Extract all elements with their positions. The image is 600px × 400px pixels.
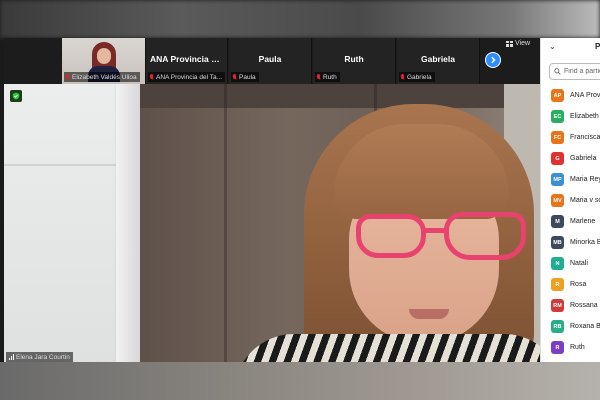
muted-mic-icon: [232, 73, 237, 81]
participant-list: AP ANA Provi EC Elizabeth FC Francisca G Gabrie…: [551, 85, 600, 362]
muted-mic-icon: [65, 73, 70, 81]
avatar: R: [551, 278, 564, 291]
thumbnail-label: Paula: [231, 72, 259, 82]
thumbnail-name: Ruth: [344, 54, 364, 64]
thumbnail-label: ANA Provincia del Ta...: [148, 72, 225, 82]
participant-row[interactable]: N Natali: [551, 253, 600, 274]
thumbnail-name: Gabriela: [420, 54, 456, 64]
avatar: RM: [551, 299, 564, 312]
zoom-window: Elizabeth Valdés Ulloa ANA Provincia d..…: [0, 0, 600, 400]
participant-row[interactable]: M Marlene: [551, 211, 600, 232]
participant-row[interactable]: RB Roxana Be: [551, 316, 600, 337]
chevron-right-icon: [491, 56, 496, 64]
participant-row[interactable]: MB Minorka B: [551, 232, 600, 253]
avatar: MB: [551, 236, 564, 249]
audio-level-icon: [9, 354, 14, 360]
search-input[interactable]: [564, 68, 600, 75]
muted-mic-icon: [316, 73, 321, 81]
participant-name: Francisca: [570, 134, 600, 141]
search-icon: [554, 68, 561, 75]
participant-name: Roxana Be: [570, 323, 600, 330]
participant-name: Ruth: [570, 344, 585, 351]
avatar: M: [551, 215, 564, 228]
avatar: G: [551, 152, 564, 165]
participant-row[interactable]: MV Maria v sc: [551, 190, 600, 211]
participant-name: Gabriela: [570, 155, 597, 162]
avatar: MV: [551, 194, 564, 207]
participants-panel: ⌄ P AP ANA Provi EC Elizabeth FC Francisca G Ga…: [540, 38, 600, 362]
participant-row[interactable]: R Rosa: [551, 274, 600, 295]
thumbnail-name: Paula: [258, 54, 282, 64]
participant-name: Rosa: [570, 281, 587, 288]
participant-row[interactable]: R Ruth: [551, 337, 600, 358]
speaker-person: [234, 104, 540, 362]
view-button[interactable]: View: [506, 40, 530, 47]
participant-row[interactable]: EC Elizabeth: [551, 106, 600, 127]
muted-mic-icon: [400, 73, 405, 81]
thumbnail-label: Gabriela: [399, 72, 435, 82]
thumbnail-tile[interactable]: Paula Paula: [229, 38, 312, 84]
avatar: FC: [551, 131, 564, 144]
participant-row[interactable]: G Gabriela: [551, 148, 600, 169]
thumbnail-tile[interactable]: ANA Provincia d... ANA Provincia del Ta.…: [146, 38, 228, 84]
thumbnail-label: Elizabeth Valdés Ulloa: [64, 72, 140, 82]
next-page-button[interactable]: [485, 52, 501, 68]
avatar: MP: [551, 173, 564, 186]
thumbnail-strip: Elizabeth Valdés Ulloa ANA Provincia d..…: [4, 38, 540, 84]
participant-name: Maria Rey: [570, 176, 600, 183]
participant-name: Marlene: [570, 218, 596, 225]
avatar: N: [551, 257, 564, 270]
chevron-down-icon[interactable]: ⌄: [549, 42, 556, 51]
participant-name: Minorka B: [570, 239, 600, 246]
blurred-top-area: [0, 0, 600, 38]
active-speaker-video: Elena Jara Courtin: [4, 84, 540, 362]
participant-row[interactable]: RM Rossana n: [551, 295, 600, 316]
speaker-label: Elena Jara Courtin: [6, 352, 73, 362]
participant-row[interactable]: AP ANA Provi: [551, 85, 600, 106]
security-shield-icon[interactable]: [10, 90, 22, 102]
panel-title: P: [595, 42, 600, 51]
avatar: R: [551, 341, 564, 354]
participant-name: Elizabeth: [570, 113, 599, 120]
participant-row[interactable]: MP Maria Rey: [551, 169, 600, 190]
participant-name: Natali: [570, 260, 588, 267]
participant-name: Maria v sc: [570, 197, 600, 204]
participant-name: ANA Provi: [570, 92, 600, 99]
participant-row[interactable]: FC Francisca: [551, 127, 600, 148]
avatar: RB: [551, 320, 564, 333]
avatar: EC: [551, 110, 564, 123]
muted-mic-icon: [149, 73, 154, 81]
participant-name: Rossana n: [570, 302, 600, 309]
thumbnail-tile[interactable]: Ruth Ruth: [313, 38, 396, 84]
participant-search[interactable]: [549, 63, 600, 80]
thumbnail-name: ANA Provincia d...: [150, 54, 224, 64]
avatar: AP: [551, 89, 564, 102]
thumbnail-tile[interactable]: Elizabeth Valdés Ulloa: [62, 38, 146, 84]
grid-view-icon: [506, 40, 513, 47]
thumbnail-label: Ruth: [315, 72, 340, 82]
thumbnail-tile[interactable]: Gabriela Gabriela: [397, 38, 480, 84]
blurred-bottom-area: [0, 362, 600, 400]
